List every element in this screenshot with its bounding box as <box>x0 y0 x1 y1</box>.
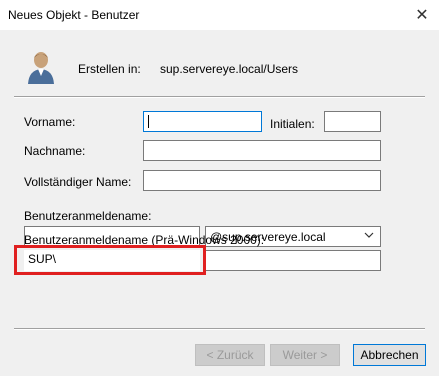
back-button-label: < Zurück <box>206 348 254 362</box>
cancel-button-label: Abbrechen <box>360 348 419 362</box>
nachname-field[interactable] <box>143 140 381 161</box>
full-name-field[interactable] <box>143 170 381 191</box>
close-icon: ✕ <box>415 7 429 24</box>
footer-divider <box>14 328 425 330</box>
cancel-button[interactable]: Abbrechen <box>353 344 426 366</box>
red-highlight-box <box>14 245 206 275</box>
vorname-label: Vorname: <box>24 115 76 129</box>
pre2000-name-field[interactable] <box>205 250 381 271</box>
full-name-label: Vollständiger Name: <box>24 175 132 189</box>
next-button[interactable]: Weiter > <box>270 344 340 366</box>
close-button[interactable]: ✕ <box>411 4 433 26</box>
text-caret <box>148 115 149 128</box>
title-bar: Neues Objekt - Benutzer ✕ <box>0 0 439 30</box>
initialen-label: Initialen: <box>270 117 315 131</box>
create-in-label: Erstellen in: <box>78 62 141 76</box>
chevron-down-icon <box>364 232 374 238</box>
next-button-label: Weiter > <box>282 348 328 362</box>
back-button[interactable]: < Zurück <box>195 344 265 366</box>
vorname-field[interactable] <box>143 111 262 132</box>
create-in-path: sup.servereye.local/Users <box>160 62 299 76</box>
window-title: Neues Objekt - Benutzer <box>8 8 140 22</box>
logon-name-label: Benutzeranmeldename: <box>24 209 152 223</box>
header-divider <box>14 96 425 98</box>
initialen-field[interactable] <box>324 111 381 132</box>
nachname-label: Nachname: <box>24 144 86 158</box>
user-icon <box>28 52 54 84</box>
new-user-dialog: Neues Objekt - Benutzer ✕ Erstellen in: … <box>0 0 439 376</box>
